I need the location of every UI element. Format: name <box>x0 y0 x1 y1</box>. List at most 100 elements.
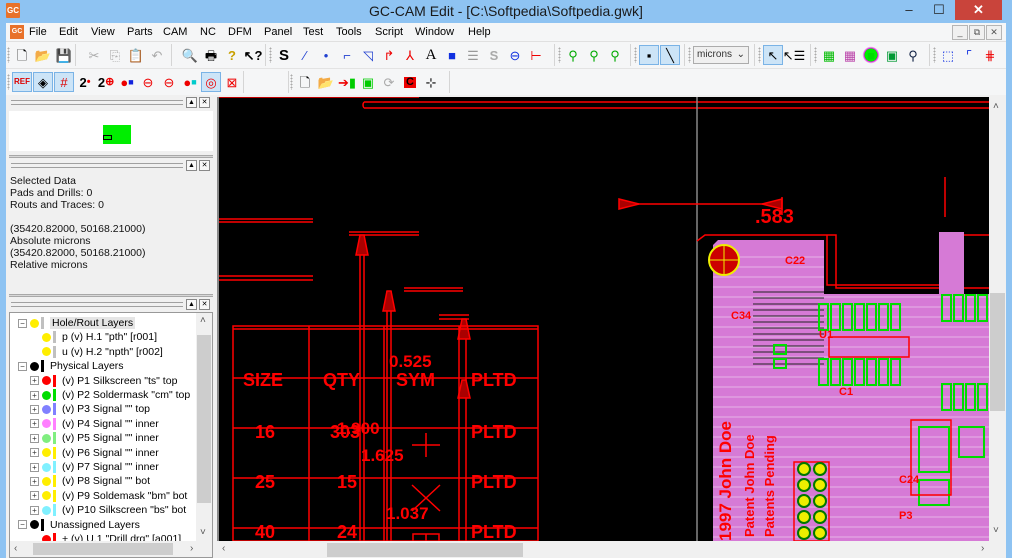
toolbar-grip[interactable] <box>290 74 293 90</box>
mdi-close-button[interactable]: ✕ <box>986 25 1002 40</box>
text-icon[interactable]: A <box>421 45 441 65</box>
expand-icon[interactable]: + <box>30 376 39 386</box>
save-icon[interactable]: 💾 <box>54 45 74 65</box>
pane-collapse-button[interactable]: ▲ <box>186 299 197 310</box>
toolbar-grip[interactable] <box>814 47 817 63</box>
pink-grid-icon[interactable]: ▦ <box>840 45 860 65</box>
layer-visibility-bar[interactable] <box>53 345 56 358</box>
copy-icon[interactable]: ⎘ <box>105 45 125 65</box>
expand-icon[interactable]: + <box>30 390 39 400</box>
tree-hscroll-thumb[interactable] <box>33 543 173 555</box>
layer-item[interactable]: + (v) P3 Signal "" top <box>30 402 150 416</box>
layer-color-icon[interactable] <box>42 433 51 443</box>
cross-box-icon[interactable]: ⊠ <box>222 72 242 92</box>
expand-icon[interactable]: + <box>30 505 39 515</box>
square-pad-icon[interactable]: ▣ <box>882 45 902 65</box>
s-disabled-icon[interactable]: S <box>484 45 504 65</box>
scroll-up-icon[interactable]: ˄ <box>200 315 206 326</box>
scroll-right-icon[interactable]: › <box>190 543 193 554</box>
layer-item[interactable]: + (v) P7 Signal "" inner <box>30 460 159 474</box>
zoom-list-icon[interactable]: ⚲ <box>605 45 625 65</box>
scroll-left-icon[interactable]: ‹ <box>14 543 17 554</box>
menu-edit[interactable]: Edit <box>59 26 78 38</box>
new-doc-icon[interactable]: 🗋 <box>295 72 315 92</box>
paste-icon[interactable]: 📋 <box>126 45 146 65</box>
expand-icon[interactable]: + <box>30 419 39 429</box>
menu-dfm[interactable]: DFM <box>228 26 252 38</box>
print-preview-icon[interactable]: 🔍 <box>180 45 200 65</box>
menu-panel[interactable]: Panel <box>264 26 292 38</box>
layer-color-icon[interactable] <box>42 347 51 357</box>
layer-item[interactable]: + (v) P4 Signal "" inner <box>30 417 159 431</box>
layer-color-icon[interactable] <box>42 419 51 429</box>
context-help-icon[interactable]: ↖? <box>243 45 263 65</box>
menu-cam[interactable]: CAM <box>163 26 187 38</box>
toolbar-grip[interactable] <box>558 47 561 63</box>
pane-grip[interactable] <box>11 302 183 307</box>
undo-icon[interactable]: ↶ <box>147 45 167 65</box>
pane-close-button[interactable]: ✕ <box>199 97 210 108</box>
component-icon[interactable]: ■ <box>861 45 881 65</box>
board-preview[interactable] <box>9 111 213 151</box>
print-icon[interactable]: 🖶 <box>201 45 221 65</box>
import-icon[interactable]: ➔ ▮ <box>337 72 357 92</box>
units-select[interactable]: microns ⌄ <box>693 46 749 64</box>
green-grid-icon[interactable]: ▦ <box>819 45 839 65</box>
toolbar-grip[interactable] <box>758 47 761 63</box>
select-arrow-icon[interactable]: ↖ <box>763 45 783 65</box>
layer-item[interactable]: + (v) P6 Signal "" inner <box>30 446 159 460</box>
horizontal-scroll-thumb[interactable] <box>327 543 523 557</box>
pane-collapse-button[interactable]: ▲ <box>186 97 197 108</box>
mdi-minimize-button[interactable]: _ <box>952 25 968 40</box>
maximize-button[interactable]: ☐ <box>925 0 953 20</box>
dimension-icon[interactable]: ⊢ <box>526 45 546 65</box>
corner-flag-icon[interactable]: ⌜ <box>959 45 979 65</box>
layer-visibility-bar[interactable] <box>53 504 56 517</box>
menu-window[interactable]: Window <box>415 26 454 38</box>
expand-icon[interactable]: + <box>30 404 39 414</box>
scroll-down-icon[interactable]: ˅ <box>200 527 206 538</box>
dashed-rect-icon[interactable]: ⬚ <box>938 45 958 65</box>
layer-visibility-bar[interactable] <box>53 461 56 473</box>
rectangle-icon[interactable]: ■ <box>442 45 462 65</box>
expand-icon[interactable]: + <box>30 476 39 486</box>
layer-visibility-bar[interactable] <box>53 403 56 416</box>
zoom-layers-icon[interactable]: ⚲ <box>563 45 583 65</box>
scroll-left-icon[interactable]: ‹ <box>222 543 225 554</box>
add-point-icon[interactable]: • <box>316 45 336 65</box>
layer-item[interactable]: + (v) P8 Signal "" bot <box>30 474 150 488</box>
refresh-icon[interactable]: ⟳ <box>379 72 399 92</box>
vertical-scroll-thumb[interactable] <box>990 293 1005 411</box>
new-file-icon[interactable]: 🗋 <box>12 45 32 65</box>
layer-item[interactable]: + (v) P1 Silkscreen "ts" top <box>30 374 177 388</box>
pane-splitter[interactable] <box>9 155 213 158</box>
layer-item[interactable]: − Unassigned Layers <box>18 518 140 532</box>
pad-blue-icon[interactable]: ● ■ <box>117 72 137 92</box>
hash-icon[interactable]: # <box>54 72 74 92</box>
find-icon[interactable]: ⚲ <box>903 45 923 65</box>
layer-visibility-bar[interactable] <box>53 331 56 344</box>
ref-icon[interactable]: REF <box>12 72 32 92</box>
c-red-icon[interactable]: C <box>400 72 420 92</box>
layer-item[interactable]: + (v) P10 Silkscreen "bs" bot <box>30 503 186 517</box>
layer-visibility-bar[interactable] <box>53 374 56 387</box>
globe-icon[interactable]: ◈ <box>33 72 53 92</box>
pane-splitter[interactable] <box>9 294 213 297</box>
circle-target-icon[interactable]: ⊖ <box>505 45 525 65</box>
layer-item[interactable]: + (v) P2 Soldermask "cm" top <box>30 388 190 402</box>
corner-icon[interactable]: ⌐ <box>337 45 357 65</box>
pane-grip[interactable] <box>11 100 183 105</box>
layer-visibility-bar[interactable] <box>53 446 56 459</box>
scroll-up-icon[interactable]: ˄ <box>993 101 999 112</box>
tree-vertical-scrollbar[interactable]: ˄ ˅ <box>196 313 212 542</box>
canvas-horizontal-scrollbar[interactable]: ‹ › <box>217 541 989 558</box>
layer-visibility-bar[interactable] <box>53 475 56 488</box>
menu-tools[interactable]: Tools <box>336 26 362 38</box>
menu-parts[interactable]: Parts <box>127 26 153 38</box>
pane-grip[interactable] <box>11 163 183 168</box>
document-icon[interactable]: GC <box>10 25 24 39</box>
arc-icon[interactable]: ↱ <box>379 45 399 65</box>
pad-cyan-icon[interactable]: ● ■ <box>180 72 200 92</box>
layer-visibility-bar[interactable] <box>41 360 44 373</box>
pane-collapse-button[interactable]: ▲ <box>186 160 197 171</box>
